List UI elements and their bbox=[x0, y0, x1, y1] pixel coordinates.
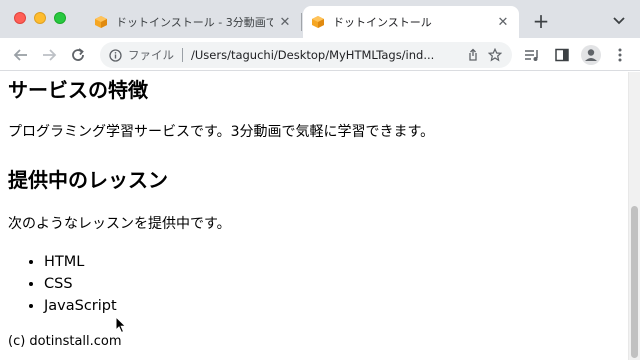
lesson-item-javascript: JavaScript bbox=[44, 295, 117, 317]
close-icon[interactable]: ✕ bbox=[277, 14, 293, 30]
arrow-right-icon[interactable] bbox=[38, 44, 60, 66]
address-divider bbox=[182, 48, 183, 62]
page-footer: (c) dotinstall.com bbox=[8, 334, 122, 349]
window-minimize-button[interactable] bbox=[34, 12, 46, 24]
window-maximize-button[interactable] bbox=[54, 12, 66, 24]
lesson-item-css: CSS bbox=[44, 273, 117, 295]
profile-icon[interactable] bbox=[580, 44, 602, 66]
lessons-paragraph: 次のようなレッスンを提供中です。 bbox=[8, 216, 231, 232]
dotinstall-cube-icon bbox=[95, 16, 107, 28]
tab-title: ドットインストール bbox=[333, 16, 432, 29]
lessons-list: HTML CSS JavaScript bbox=[32, 251, 117, 317]
close-icon[interactable]: ✕ bbox=[495, 14, 511, 30]
lesson-item-html: HTML bbox=[44, 251, 117, 273]
arrow-left-icon[interactable] bbox=[10, 44, 32, 66]
star-icon[interactable] bbox=[484, 44, 506, 66]
window-close-button[interactable] bbox=[14, 12, 26, 24]
vertical-scrollbar[interactable] bbox=[628, 72, 640, 360]
address-scheme-label: ファイル bbox=[128, 48, 174, 62]
side-panel-icon[interactable] bbox=[551, 44, 573, 66]
share-icon[interactable] bbox=[462, 44, 484, 66]
plus-icon[interactable]: + bbox=[530, 9, 552, 33]
tab-title: ドットインストール - 3分動画でマ bbox=[116, 16, 273, 29]
browser-toolbar: ファイル /Users/taguchi/Desktop/MyHTMLTags/i… bbox=[0, 38, 640, 71]
lessons-heading: 提供中のレッスン bbox=[8, 168, 168, 192]
features-paragraph: プログラミング学習サービスです。3分動画で気軽に学習できます。 bbox=[8, 124, 435, 140]
tab-strip: ドットインストール - 3分動画でマ ✕ ドットインストール ✕ + bbox=[0, 0, 640, 38]
tab-dotinstall-active[interactable]: ドットインストール ✕ bbox=[303, 6, 519, 38]
chevron-down-icon[interactable] bbox=[610, 13, 628, 29]
tab-dotinstall-home[interactable]: ドットインストール - 3分動画でマ ✕ bbox=[86, 6, 301, 38]
kebab-menu-icon[interactable] bbox=[609, 44, 631, 66]
features-heading: サービスの特徴 bbox=[8, 78, 148, 102]
address-url[interactable]: /Users/taguchi/Desktop/MyHTMLTags/ind... bbox=[191, 48, 462, 62]
page-viewport: サービスの特徴 プログラミング学習サービスです。3分動画で気軽に学習できます。 … bbox=[0, 72, 628, 360]
scrollbar-thumb[interactable] bbox=[631, 206, 638, 358]
info-icon[interactable] bbox=[108, 48, 122, 62]
playlist-icon[interactable] bbox=[521, 44, 543, 66]
tab-divider bbox=[301, 13, 302, 31]
reload-icon[interactable] bbox=[67, 44, 89, 66]
mouse-cursor-icon bbox=[115, 316, 127, 334]
address-bar[interactable]: ファイル /Users/taguchi/Desktop/MyHTMLTags/i… bbox=[100, 42, 512, 68]
dotinstall-cube-icon bbox=[312, 16, 324, 28]
